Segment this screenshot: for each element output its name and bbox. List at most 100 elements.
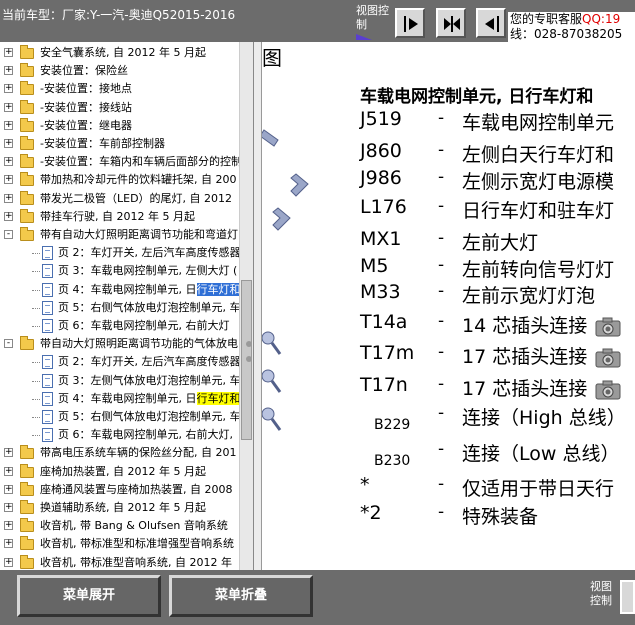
tree-item-label: -安装位置：继电器 bbox=[40, 118, 132, 132]
pane-splitter[interactable] bbox=[254, 42, 262, 570]
tree-item-label: 页 6：车载电网控制单元, 右前大灯 bbox=[58, 319, 230, 332]
tree-item-label: 带自动大灯照明距离调节功能的气体放电 bbox=[40, 337, 238, 351]
tree-folder-item[interactable]: + -安装位置：车前部控制器 bbox=[0, 135, 253, 153]
folder-icon bbox=[20, 227, 34, 241]
tree-page-item[interactable]: 页 6：车载电网控制单元, 右前大灯 bbox=[0, 317, 253, 335]
bottom-toolbar: 菜单展开 菜单折叠 视图控制 bbox=[0, 570, 635, 625]
tree-folder-item[interactable]: + 安装位置：保险丝 bbox=[0, 62, 253, 80]
tree-folder-item[interactable]: + 带挂车行驶, 自 2012 年 5 月起 bbox=[0, 208, 253, 226]
document-heading: 车载电网控制单元, 日行车灯和 bbox=[360, 87, 594, 107]
tree-folder-item[interactable]: + 换道辅助系统, 自 2012 年 5 月起 bbox=[0, 499, 253, 517]
legend-dash: - bbox=[438, 439, 445, 459]
document-page-icon bbox=[42, 410, 53, 424]
tree-folder-item[interactable]: + -安装位置：接线站 bbox=[0, 99, 253, 117]
collapse-icon[interactable]: - bbox=[4, 230, 13, 239]
camera-icon[interactable] bbox=[595, 317, 621, 337]
legend-dash: - bbox=[438, 281, 445, 301]
expand-icon[interactable]: + bbox=[4, 211, 13, 221]
expand-icon[interactable]: + bbox=[4, 48, 13, 57]
tree-page-item[interactable]: 页 4：车载电网控制单元, 日行车灯和 bbox=[0, 390, 253, 408]
expand-icon[interactable]: + bbox=[4, 484, 13, 494]
scrollbar-thumb[interactable] bbox=[241, 280, 252, 440]
expand-icon[interactable]: + bbox=[4, 102, 13, 112]
component-description: 左前大灯 bbox=[462, 232, 539, 254]
tree-scrollbar[interactable] bbox=[239, 42, 253, 570]
tree-folder-item[interactable]: - 带有自动大灯照明距离调节功能和弯道灯 bbox=[0, 226, 253, 244]
tree-item-label: 座椅加热装置, 自 2012 年 5 月起 bbox=[40, 464, 206, 478]
collapse-icon[interactable]: - bbox=[4, 339, 13, 349]
legend-dash: - bbox=[438, 502, 445, 522]
view-split-button[interactable] bbox=[436, 8, 466, 38]
tree-page-item[interactable]: 页 2：车灯开关, 左后汽车高度传感器 bbox=[0, 353, 253, 371]
view-right-pane-button[interactable] bbox=[395, 8, 425, 38]
tree-page-item[interactable]: 页 5：右侧气体放电灯泡控制单元, 车 bbox=[0, 299, 253, 317]
view-control-button-bottom[interactable] bbox=[620, 580, 635, 614]
expand-icon[interactable]: + bbox=[4, 120, 13, 130]
view-left-pane-button[interactable] bbox=[476, 8, 506, 38]
component-code: T14a bbox=[360, 311, 408, 333]
arrow-left-bar-icon bbox=[485, 16, 499, 32]
tree-connector bbox=[32, 380, 40, 382]
tree-item-label: 带加热和冷却元件的饮料罐托架, 自 200 bbox=[40, 173, 237, 187]
folder-icon bbox=[20, 99, 34, 114]
tree-folder-item[interactable]: + 座椅通风装置与座椅加热装置, 自 2008 bbox=[0, 481, 253, 499]
folder-icon bbox=[20, 481, 34, 496]
tree-folder-item[interactable]: + 收音机, 带 Bang & Olufsen 音响系统 bbox=[0, 517, 253, 535]
tree-folder-item[interactable]: + 收音机, 带标准型音响系统, 自 2012 年 bbox=[0, 554, 253, 570]
expand-icon[interactable]: + bbox=[4, 466, 13, 476]
navigation-tree: + 安全气囊系统, 自 2012 年 5 月起 + 安装位置：保险丝 + -安装位置：接地… bbox=[0, 42, 254, 570]
document-page-icon bbox=[42, 319, 53, 333]
tree-folder-item[interactable]: + 收音机, 带标准型和标准增强型音响系统 bbox=[0, 535, 253, 553]
tree-item-label: 收音机, 带 Bang & Olufsen 音响系统 bbox=[40, 519, 228, 533]
expand-icon[interactable]: + bbox=[4, 66, 13, 76]
menu-expand-button[interactable]: 菜单展开 bbox=[17, 575, 161, 617]
service-line-1: 您的专职客服QQ:19 bbox=[510, 12, 621, 26]
camera-icon[interactable] bbox=[595, 380, 621, 400]
tree-connector bbox=[32, 435, 40, 437]
tree-folder-item[interactable]: + 安全气囊系统, 自 2012 年 5 月起 bbox=[0, 44, 253, 62]
expand-icon[interactable]: + bbox=[4, 175, 13, 185]
tree-page-item[interactable]: 页 4：车载电网控制单元, 日行车灯和 bbox=[0, 281, 253, 299]
tree-folder-item[interactable]: + -安装位置：接地点 bbox=[0, 80, 253, 98]
tree-page-item[interactable]: 页 6：车载电网控制单元, 右前大灯, bbox=[0, 426, 253, 444]
tree-page-item[interactable]: 页 3：车载电网控制单元, 左侧大灯 ( bbox=[0, 262, 253, 280]
document-page-icon bbox=[42, 355, 53, 370]
menu-collapse-button[interactable]: 菜单折叠 bbox=[169, 575, 313, 617]
expand-icon[interactable]: + bbox=[4, 557, 13, 567]
expand-icon[interactable]: + bbox=[4, 139, 13, 148]
tree-item-label: -安装位置：车箱内和车辆后面部分的控制 bbox=[40, 155, 242, 169]
component-description: 17 芯插头连接 bbox=[462, 342, 621, 369]
expand-icon[interactable]: + bbox=[4, 503, 13, 512]
folder-icon bbox=[20, 136, 34, 150]
tree-folder-item[interactable]: + 带发光二极管（LED）的尾灯, 自 2012 bbox=[0, 190, 253, 208]
tree-page-item[interactable]: 页 5：右侧气体放电灯泡控制单元, 车 bbox=[0, 408, 253, 426]
tree-folder-item[interactable]: + 座椅加热装置, 自 2012 年 5 月起 bbox=[0, 463, 253, 481]
camera-icon[interactable] bbox=[595, 348, 621, 368]
legend-dash: - bbox=[438, 374, 445, 394]
expand-icon[interactable]: + bbox=[4, 539, 13, 549]
tree-folder-item[interactable]: + -安装位置：车箱内和车辆后面部分的控制 bbox=[0, 153, 253, 171]
arrow-right-bar-icon bbox=[404, 16, 418, 32]
tree-folder-item[interactable]: + -安装位置：继电器 bbox=[0, 117, 253, 135]
tree-page-item[interactable]: 页 2：车灯开关, 左后汽车高度传感器 bbox=[0, 244, 253, 262]
tree-folder-item[interactable]: + 带高电压系统车辆的保险丝分配, 自 201 bbox=[0, 444, 253, 462]
search-highlight: 行车灯和 bbox=[196, 282, 241, 296]
service-line-2: 线：028-87038205 bbox=[510, 27, 623, 41]
tree-folder-item[interactable]: - 带自动大灯照明距离调节功能的气体放电 bbox=[0, 335, 253, 353]
tree-connector bbox=[32, 289, 40, 291]
expand-icon[interactable]: + bbox=[4, 193, 13, 203]
tree-item-label: 带高电压系统车辆的保险丝分配, 自 201 bbox=[40, 446, 237, 460]
expand-icon[interactable]: + bbox=[4, 84, 13, 94]
expand-icon[interactable]: + bbox=[4, 157, 13, 167]
magnifier-icon bbox=[262, 407, 282, 431]
wiring-diagram-fragment bbox=[262, 129, 309, 431]
expand-icon[interactable]: + bbox=[4, 521, 13, 531]
tree-page-item[interactable]: 页 3：左侧气体放电灯泡控制单元, 车 bbox=[0, 372, 253, 390]
tree-folder-item[interactable]: + 带加热和冷却元件的饮料罐托架, 自 200 bbox=[0, 171, 253, 189]
component-description: 日行车灯和驻车灯 bbox=[462, 200, 615, 222]
tree-connector bbox=[32, 398, 40, 400]
expand-icon[interactable]: + bbox=[4, 448, 13, 458]
view-control-label: 视图控制 bbox=[356, 4, 392, 40]
folder-icon bbox=[20, 154, 34, 169]
legend-dash: - bbox=[438, 403, 445, 423]
